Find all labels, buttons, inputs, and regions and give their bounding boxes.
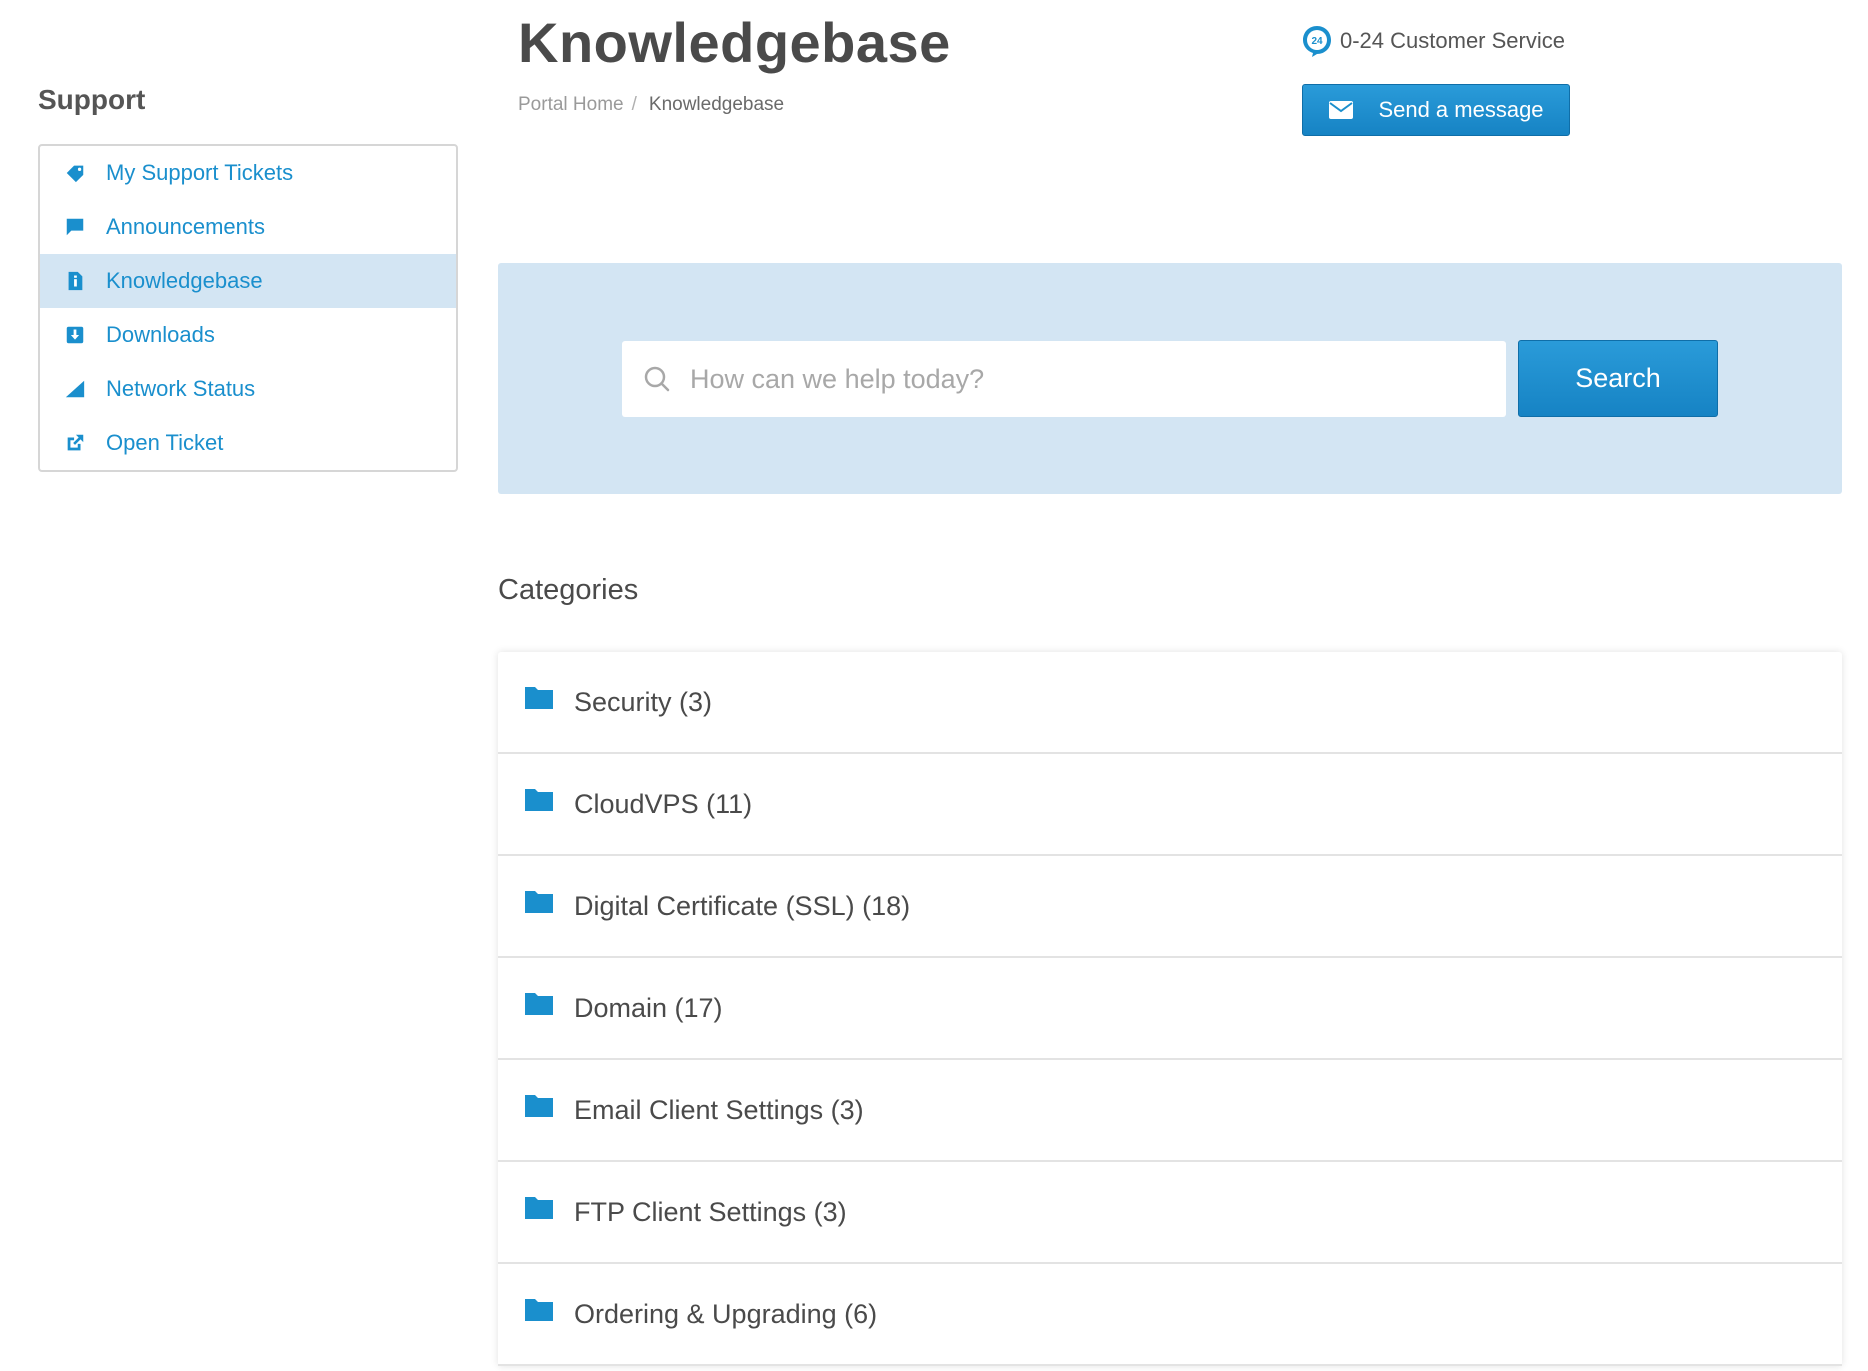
info-file-icon — [62, 268, 88, 294]
folder-icon — [524, 1194, 554, 1220]
search-button[interactable]: Search — [1518, 340, 1718, 417]
sidebar-item-network-status[interactable]: Network Status — [40, 362, 456, 416]
folder-icon — [524, 990, 554, 1016]
search-icon — [642, 364, 672, 394]
category-item-cloudvps[interactable]: CloudVPS (11) — [498, 754, 1842, 856]
sidebar-item-open-ticket[interactable]: Open Ticket — [40, 416, 456, 470]
ticket-icon — [62, 160, 88, 186]
download-icon — [62, 322, 88, 348]
support-sidebar-menu: My Support Tickets Announcements Knowled… — [38, 144, 458, 472]
breadcrumb-current: Knowledgebase — [648, 94, 785, 115]
category-item-ftp-client-settings[interactable]: FTP Client Settings (3) — [498, 1162, 1842, 1264]
sidebar-item-label: Knowledgebase — [106, 268, 263, 293]
support-24-icon: 24 — [1300, 24, 1334, 58]
breadcrumb-separator: / — [631, 94, 637, 115]
folder-icon — [524, 888, 554, 914]
categories-list: Security (3) CloudVPS (11) Digital Certi… — [498, 652, 1842, 1366]
search-hero: Search — [498, 263, 1842, 494]
sidebar-item-label: Open Ticket — [106, 430, 224, 455]
category-item-email-client-settings[interactable]: Email Client Settings (3) — [498, 1060, 1842, 1162]
comment-icon — [62, 214, 88, 240]
breadcrumb: Portal Home / Knowledgebase — [518, 94, 784, 116]
category-label: Email Client Settings (3) — [574, 1094, 864, 1125]
customer-service-info: 24 0-24 Customer Service — [1300, 24, 1565, 58]
folder-icon — [524, 1296, 554, 1322]
sidebar-item-my-support-tickets[interactable]: My Support Tickets — [40, 146, 456, 200]
category-label: Security (3) — [574, 686, 713, 717]
customer-service-label: 0-24 Customer Service — [1340, 28, 1565, 53]
folder-icon — [524, 1092, 554, 1118]
sidebar-item-announcements[interactable]: Announcements — [40, 200, 456, 254]
categories-heading: Categories — [498, 574, 639, 606]
send-message-button[interactable]: Send a message — [1302, 84, 1570, 136]
search-box — [622, 341, 1506, 417]
category-item-digital-certificate[interactable]: Digital Certificate (SSL) (18) — [498, 856, 1842, 958]
folder-icon — [524, 786, 554, 812]
category-label: Ordering & Upgrading (6) — [574, 1298, 878, 1329]
external-link-icon — [62, 430, 88, 456]
sidebar-item-label: Downloads — [106, 322, 215, 347]
category-label: Digital Certificate (SSL) (18) — [574, 890, 911, 921]
sidebar-item-label: Announcements — [106, 214, 265, 239]
category-label: Domain (17) — [574, 992, 723, 1023]
sidebar-item-downloads[interactable]: Downloads — [40, 308, 456, 362]
signal-icon — [62, 376, 88, 402]
envelope-icon — [1328, 100, 1354, 120]
category-item-security[interactable]: Security (3) — [498, 652, 1842, 754]
category-label: FTP Client Settings (3) — [574, 1196, 847, 1227]
support-24-badge-text: 24 — [1311, 36, 1323, 47]
sidebar-item-knowledgebase[interactable]: Knowledgebase — [40, 254, 456, 308]
folder-icon — [524, 684, 554, 710]
send-message-label: Send a message — [1378, 97, 1544, 122]
sidebar-heading: Support — [38, 84, 146, 115]
page-title: Knowledgebase — [518, 11, 951, 74]
category-item-ordering-upgrading[interactable]: Ordering & Upgrading (6) — [498, 1264, 1842, 1366]
category-item-domain[interactable]: Domain (17) — [498, 958, 1842, 1060]
breadcrumb-portal-home-link[interactable]: Portal Home — [518, 94, 624, 116]
category-label: CloudVPS (11) — [574, 788, 753, 819]
sidebar-item-label: Network Status — [106, 376, 256, 401]
search-input[interactable] — [688, 348, 1472, 410]
sidebar-item-label: My Support Tickets — [106, 160, 294, 185]
